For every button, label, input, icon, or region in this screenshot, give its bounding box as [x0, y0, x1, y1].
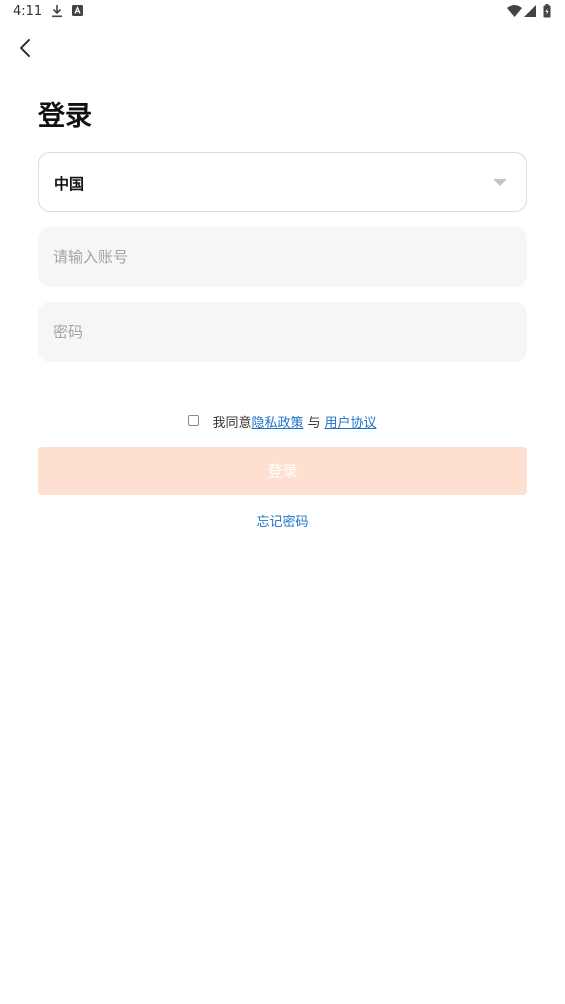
battery-icon [543, 4, 551, 22]
status-time: 4:11 [13, 4, 43, 19]
password-field[interactable] [38, 302, 527, 362]
wifi-icon [507, 5, 522, 21]
password-input[interactable] [38, 302, 527, 362]
privacy-policy-link[interactable]: 隐私政策 [251, 412, 303, 431]
country-select[interactable]: 中国 [38, 152, 527, 212]
user-agreement-link[interactable]: 用户协议 [325, 412, 377, 431]
status-bar: 4:11 [0, 0, 565, 24]
forgot-password-row: 忘记密码 [0, 511, 565, 530]
agreement-row: 我同意 隐私政策 与 用户协议 [0, 412, 565, 434]
a-icon [72, 5, 83, 20]
forgot-password-link[interactable]: 忘记密码 [256, 515, 308, 530]
agreement-connector: 与 [307, 416, 321, 431]
agreement-checkbox[interactable] [188, 414, 200, 426]
signal-icon [524, 5, 536, 21]
back-button[interactable] [14, 36, 38, 60]
page-title: 登录 [38, 101, 92, 132]
login-button[interactable]: 登录 [38, 447, 527, 495]
account-input[interactable] [38, 227, 527, 287]
caret-down-icon [493, 179, 507, 186]
agreement-prefix: 我同意 [212, 416, 252, 431]
download-icon [51, 4, 63, 22]
country-value: 中国 [54, 175, 85, 193]
chevron-left-icon [14, 39, 38, 64]
account-field[interactable] [38, 227, 527, 287]
